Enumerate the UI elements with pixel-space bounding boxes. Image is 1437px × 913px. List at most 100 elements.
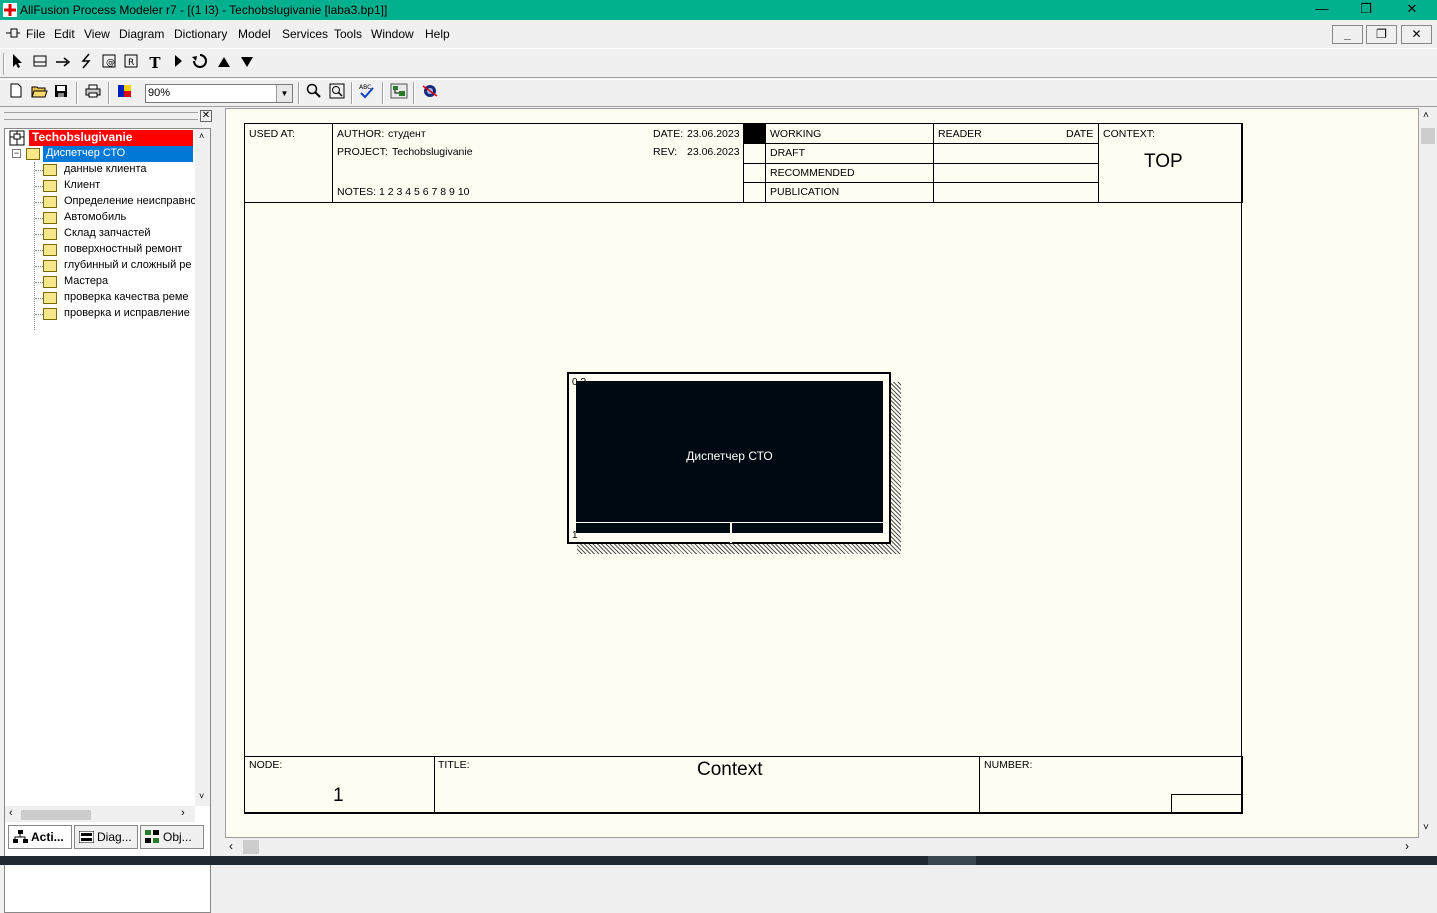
tree-connector [35, 202, 43, 203]
menu-edit[interactable]: Edit [54, 27, 75, 41]
menu-tools[interactable]: Tools [334, 27, 362, 41]
activity-divider [730, 523, 732, 543]
go-down-icon[interactable] [237, 53, 257, 73]
node-value: 1 [333, 785, 344, 806]
taskbar-item[interactable] [928, 856, 976, 865]
menu-bar: File Edit View Diagram Dictionary Model … [0, 22, 1437, 46]
squiggle-tool-icon[interactable] [76, 53, 96, 73]
tree-root-label: Techobslugivanie [29, 130, 193, 146]
tree-item[interactable]: данные клиента [5, 162, 193, 178]
scroll-thumb[interactable] [1421, 128, 1435, 144]
open-folder-icon[interactable] [29, 83, 49, 103]
tree-root[interactable]: Techobslugivanie [5, 130, 193, 146]
tree-item[interactable]: Клиент [5, 178, 193, 194]
save-icon[interactable] [51, 83, 71, 103]
menu-dictionary[interactable]: Dictionary [174, 27, 227, 41]
new-document-icon[interactable] [6, 83, 26, 103]
tree-connector [35, 266, 43, 267]
context-cell: CONTEXT: TOP [1098, 123, 1243, 203]
tree-item-selected[interactable]: − Диспетчер СТО [5, 146, 193, 162]
scroll-down-icon[interactable]: ˅ [1423, 822, 1429, 833]
pointer-tool-icon[interactable] [7, 53, 27, 73]
scroll-down-icon[interactable]: ˅ [199, 791, 204, 801]
mdi-restore-button[interactable]: ❐ [1366, 25, 1397, 44]
recommended-cell: RECOMMENDED [765, 163, 934, 183]
scroll-right-icon[interactable]: › [181, 807, 185, 819]
print-icon[interactable] [83, 83, 103, 103]
spell-check-icon[interactable]: ABC [357, 83, 377, 103]
mdi-minimize-button[interactable]: _ [1332, 25, 1363, 44]
scroll-thumb[interactable] [243, 840, 259, 854]
author-value[interactable]: студент [388, 128, 426, 140]
menu-file[interactable]: File [26, 27, 45, 41]
panel-close-icon[interactable]: ✕ [200, 110, 212, 122]
canvas-vertical-scrollbar[interactable]: ˄ ˅ [1419, 108, 1437, 838]
tab-diagrams[interactable]: Diag... [74, 825, 138, 849]
restore-button[interactable]: ❐ [1343, 0, 1389, 20]
tree-item[interactable]: проверка и исправление [5, 306, 193, 322]
reader-row [933, 182, 1099, 203]
tree-item[interactable]: Определение неисправно [5, 194, 197, 210]
diagram-canvas[interactable]: USED AT: AUTHOR: студент PROJECT: Techob… [225, 108, 1419, 838]
used-at-label: USED AT: [249, 128, 295, 140]
activity-body[interactable]: Диспетчер СТО [576, 381, 883, 522]
tree-item[interactable]: Автомобиль [5, 210, 193, 226]
diagram-title[interactable]: Context [697, 759, 762, 781]
window-title: AllFusion Process Modeler r7 - [(1 I3) -… [20, 3, 388, 17]
tab-activities[interactable]: Acti... [8, 825, 72, 849]
project-value[interactable]: Techobslugivanie [392, 146, 473, 158]
tree-connector [35, 170, 43, 171]
rotate-icon[interactable] [190, 53, 210, 73]
offpage-ref-tool-icon[interactable]: @ [99, 53, 119, 73]
tree-item[interactable]: Склад запчастей [5, 226, 193, 242]
tab-objects[interactable]: Obj... [140, 825, 204, 849]
menu-window[interactable]: Window [371, 27, 414, 41]
activity-box-tool-icon[interactable] [30, 53, 50, 73]
menu-services[interactable]: Services [282, 27, 328, 41]
model-explorer-icon[interactable] [389, 83, 409, 103]
go-child-icon[interactable] [168, 53, 188, 73]
go-up-icon[interactable] [214, 53, 234, 73]
scroll-right-icon[interactable]: › [1405, 839, 1409, 853]
scroll-thumb[interactable] [21, 810, 91, 820]
document-menu-icon[interactable] [5, 27, 21, 39]
menu-view[interactable]: View [84, 27, 110, 41]
model-mart-icon[interactable] [420, 83, 440, 103]
arrow-tool-icon[interactable] [53, 53, 73, 73]
tree-item[interactable]: проверка качества реме [5, 290, 193, 306]
tree-item-label: проверка и исправление [64, 307, 190, 319]
tree-connector [35, 314, 43, 315]
scroll-up-icon[interactable]: ˄ [199, 131, 204, 141]
reader-cell: READER DATE [933, 123, 1099, 144]
zoom-fit-icon[interactable] [327, 83, 347, 103]
diagram-ref-tool-icon[interactable]: R [121, 53, 141, 73]
activities-tab-icon [13, 830, 28, 843]
diagrams-tab-icon [79, 831, 94, 843]
zoom-select[interactable]: 90% ▼ [145, 84, 293, 103]
scroll-left-icon[interactable]: ‹ [229, 839, 233, 853]
scroll-up-icon[interactable]: ˄ [1423, 110, 1429, 121]
activity-box[interactable]: 0 ? Диспетчер СТО 1 [567, 372, 891, 544]
menu-diagram[interactable]: Diagram [119, 27, 164, 41]
scroll-left-icon[interactable]: ‹ [9, 807, 13, 819]
activity-icon [43, 164, 57, 176]
objects-tab-icon [145, 830, 159, 843]
zoom-icon[interactable] [304, 83, 324, 103]
close-button[interactable]: ✕ [1389, 0, 1435, 20]
mdi-close-button[interactable]: ✕ [1401, 25, 1432, 44]
tree-vertical-scrollbar[interactable]: ˄ ˅ [195, 129, 210, 806]
chevron-down-icon[interactable]: ▼ [276, 85, 292, 102]
activity-icon [43, 244, 57, 256]
tree-horizontal-scrollbar[interactable]: ‹ › [5, 806, 195, 822]
minimize-button[interactable]: — [1299, 0, 1345, 20]
collapse-icon[interactable]: − [12, 149, 21, 158]
menu-model[interactable]: Model [238, 27, 271, 41]
tree-item[interactable]: Мастера [5, 274, 193, 290]
canvas-horizontal-scrollbar[interactable]: ‹ › [225, 838, 1419, 856]
color-palette-icon[interactable] [115, 83, 135, 103]
menu-help[interactable]: Help [425, 27, 450, 41]
tree-item-label: Диспетчер СТО [43, 146, 193, 162]
tree-item[interactable]: поверхностный ремонт [5, 242, 193, 258]
tree-item[interactable]: глубинный и сложный ре [5, 258, 193, 274]
text-tool-icon[interactable]: T [145, 53, 165, 73]
